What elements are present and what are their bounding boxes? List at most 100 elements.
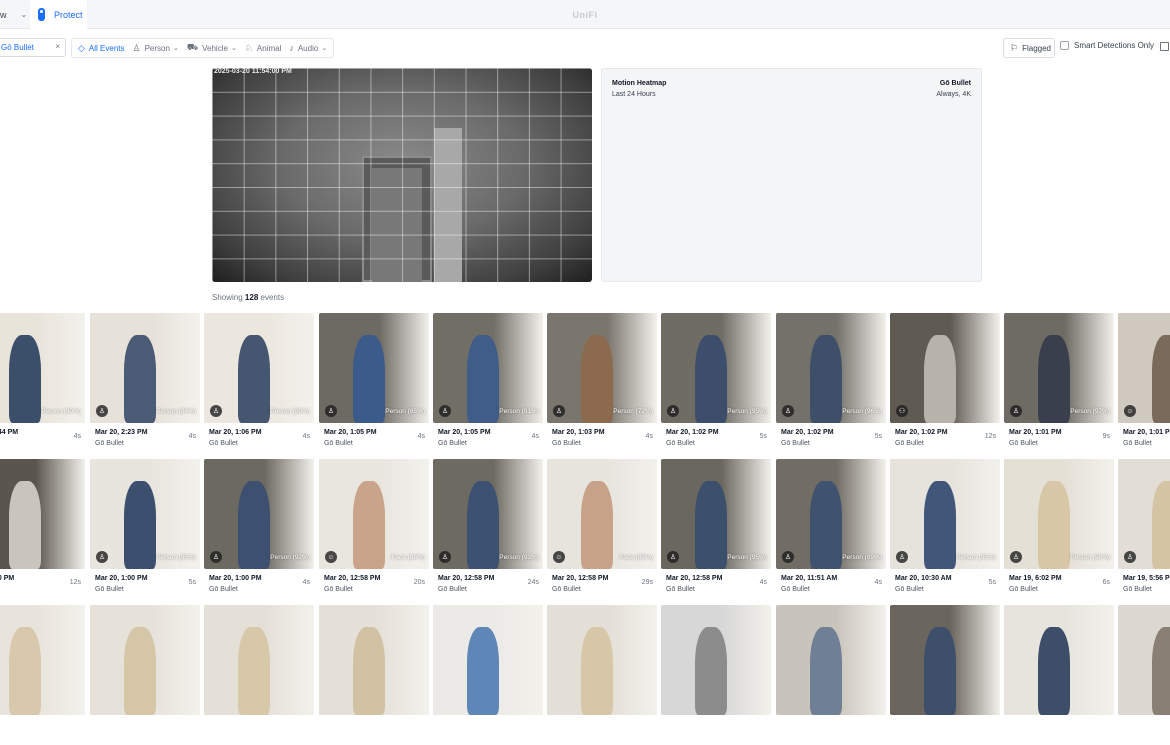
event-card[interactable] <box>319 605 429 745</box>
event-card[interactable]: ♙ Person (85%) Mar 20, 1:05 PM 4s Gō Bullet <box>319 313 429 453</box>
event-card[interactable]: ♙ Person (92%) Mar 20, 1:00 PM 4s Gō Bullet <box>204 459 314 599</box>
event-card[interactable]: ☺ Face (88%) Mar 20, 12:58 PM 20s Gō Bullet <box>319 459 429 599</box>
event-thumbnail[interactable] <box>1004 605 1114 715</box>
event-thumbnail[interactable] <box>433 605 543 715</box>
event-card[interactable]: ♙Person (90%)20, 2:44 PM4sllet <box>0 313 85 453</box>
event-card[interactable] <box>661 605 771 745</box>
event-card[interactable]: ♙ Person (95%) Mar 20, 10:30 AM 5s Gō Bullet <box>890 459 1000 599</box>
event-card[interactable]: ♙ Person (84%) Mar 20, 2:23 PM 4s Gō Bullet <box>90 313 200 453</box>
event-camera: Gō Bullet <box>324 586 353 593</box>
event-thumbnail[interactable]: ♙ Person (92%) <box>204 459 314 569</box>
event-card[interactable]: ♙ Person (95%) Mar 20, 12:58 PM 4s Gō Bullet <box>661 459 771 599</box>
face-icon: ☺ <box>1124 405 1136 417</box>
event-card[interactable]: ♙ Person (89%) Mar 20, 1:06 PM 4s Gō Bullet <box>204 313 314 453</box>
thumbnail-subject <box>1038 481 1070 569</box>
event-card[interactable]: ♙ Person (95%) Mar 20, 1:02 PM 5s Gō Bullet <box>661 313 771 453</box>
event-thumbnail[interactable]: ♙ Person (95%) <box>661 459 771 569</box>
thumbnail-subject <box>467 627 499 715</box>
thumbnail-subject <box>467 481 499 569</box>
person-icon: ♙ <box>896 551 908 563</box>
event-card[interactable]: ♙ Mar 19, 5:56 PM Gō Bullet <box>1118 459 1170 599</box>
event-camera: Gō Bullet <box>552 440 581 447</box>
thumbnail-subject <box>353 627 385 715</box>
person-icon: ♙ <box>553 405 565 417</box>
thumbnail-subject <box>924 481 956 569</box>
event-card[interactable]: 0, 1:00 PM12sllet <box>0 459 85 599</box>
event-thumbnail[interactable]: ♙ Person (96%) <box>1004 459 1114 569</box>
event-duration: 5s <box>759 433 767 440</box>
person-icon: ♙ <box>210 405 222 417</box>
detection-label: Person (84%) <box>156 408 196 415</box>
event-thumbnail[interactable]: ♙ Person (89%) <box>776 459 886 569</box>
detection-label: Person (90%) <box>41 408 81 415</box>
event-thumbnail[interactable]: ♙ Person (95%) <box>890 459 1000 569</box>
event-time: Mar 20, 1:01 PM <box>1123 429 1170 436</box>
event-time: Mar 19, 5:56 PM <box>1123 575 1170 582</box>
event-card[interactable] <box>1118 605 1170 745</box>
event-thumbnail[interactable]: ♙ Person (96%) <box>776 313 886 423</box>
event-thumbnail[interactable] <box>890 605 1000 715</box>
event-thumbnail[interactable] <box>776 605 886 715</box>
event-thumbnail[interactable]: ♙ Person (89%) <box>204 313 314 423</box>
event-thumbnail[interactable]: ♙ Person (72%) <box>547 313 657 423</box>
event-thumbnail[interactable]: ♙ Person (85%) <box>319 313 429 423</box>
event-card[interactable] <box>90 605 200 745</box>
event-thumbnail[interactable] <box>0 459 85 569</box>
event-card[interactable]: ♙ Person (95%) Mar 20, 1:00 PM 5s Gō Bullet <box>90 459 200 599</box>
event-thumbnail[interactable] <box>1118 605 1170 715</box>
event-camera: Gō Bullet <box>895 440 924 447</box>
event-card[interactable]: ♙ Person (72%) Mar 20, 1:03 PM 4s Gō Bullet <box>547 313 657 453</box>
event-thumbnail[interactable]: ♙ Person (81%) <box>433 313 543 423</box>
event-thumbnail[interactable] <box>90 605 200 715</box>
event-thumbnail[interactable]: ♙ Person (84%) <box>90 313 200 423</box>
event-camera: Gō Bullet <box>438 586 467 593</box>
event-card[interactable] <box>776 605 886 745</box>
thumbnail-subject <box>9 481 41 569</box>
event-card[interactable] <box>1004 605 1114 745</box>
events-grid: ♙Person (90%)20, 2:44 PM4sllet♙Person (8… <box>0 0 1170 715</box>
event-thumbnail[interactable] <box>204 605 314 715</box>
event-duration: 20s <box>413 579 425 586</box>
event-card[interactable]: ♙ Person (96%) Mar 19, 6:02 PM 6s Gō Bullet <box>1004 459 1114 599</box>
event-card[interactable]: ♙ Person (93%) Mar 20, 12:58 PM 24s Gō Bulle… <box>433 459 543 599</box>
event-card[interactable]: ♙ Person (89%) Mar 20, 11:51 AM 4s Gō Bullet <box>776 459 886 599</box>
event-thumbnail[interactable]: ♙ <box>1118 459 1170 569</box>
event-thumbnail[interactable]: ♙ Person (93%) <box>433 459 543 569</box>
event-time: Mar 20, 10:30 AM <box>895 575 952 582</box>
event-time: Mar 20, 1:00 PM <box>95 575 148 582</box>
event-thumbnail[interactable]: ♙ Person (97%) <box>1004 313 1114 423</box>
event-thumbnail[interactable]: ☺ Face (88%) <box>319 459 429 569</box>
event-thumbnail[interactable] <box>547 605 657 715</box>
event-card[interactable]: ☺ Mar 20, 1:01 PM Gō Bullet <box>1118 313 1170 453</box>
thumbnail-subject <box>467 335 499 423</box>
event-card[interactable]: ♙ Person (81%) Mar 20, 1:05 PM 4s Gō Bullet <box>433 313 543 453</box>
event-card[interactable]: ⚇ Mar 20, 1:02 PM 12s Gō Bullet <box>890 313 1000 453</box>
event-thumbnail[interactable] <box>0 605 85 715</box>
event-duration: 12s <box>69 579 81 586</box>
event-card[interactable] <box>890 605 1000 745</box>
event-thumbnail[interactable]: ♙Person (90%) <box>0 313 85 423</box>
event-card[interactable]: ♙ Person (97%) Mar 20, 1:01 PM 9s Gō Bullet <box>1004 313 1114 453</box>
event-thumbnail[interactable] <box>319 605 429 715</box>
event-thumbnail[interactable]: ♙ Person (95%) <box>90 459 200 569</box>
event-thumbnail[interactable]: ☺ Face (85%) <box>547 459 657 569</box>
detection-label: Person (89%) <box>842 554 882 561</box>
thumbnail-subject <box>810 335 842 423</box>
event-thumbnail[interactable]: ♙ Person (95%) <box>661 313 771 423</box>
event-time: Mar 20, 1:02 PM <box>781 429 834 436</box>
event-thumbnail[interactable] <box>661 605 771 715</box>
event-card[interactable]: ☺ Face (85%) Mar 20, 12:58 PM 29s Gō Bullet <box>547 459 657 599</box>
person-icon: ♙ <box>439 551 451 563</box>
event-time: Mar 19, 6:02 PM <box>1009 575 1062 582</box>
event-thumbnail[interactable]: ⚇ <box>890 313 1000 423</box>
event-card[interactable] <box>0 605 85 745</box>
event-thumbnail[interactable]: ☺ <box>1118 313 1170 423</box>
event-card[interactable] <box>433 605 543 745</box>
detection-label: Person (95%) <box>956 554 996 561</box>
event-duration: 9s <box>1102 433 1110 440</box>
thumbnail-subject <box>810 627 842 715</box>
event-card[interactable] <box>204 605 314 745</box>
event-card[interactable]: ♙ Person (96%) Mar 20, 1:02 PM 5s Gō Bullet <box>776 313 886 453</box>
event-card[interactable] <box>547 605 657 745</box>
thumbnail-subject <box>695 627 727 715</box>
